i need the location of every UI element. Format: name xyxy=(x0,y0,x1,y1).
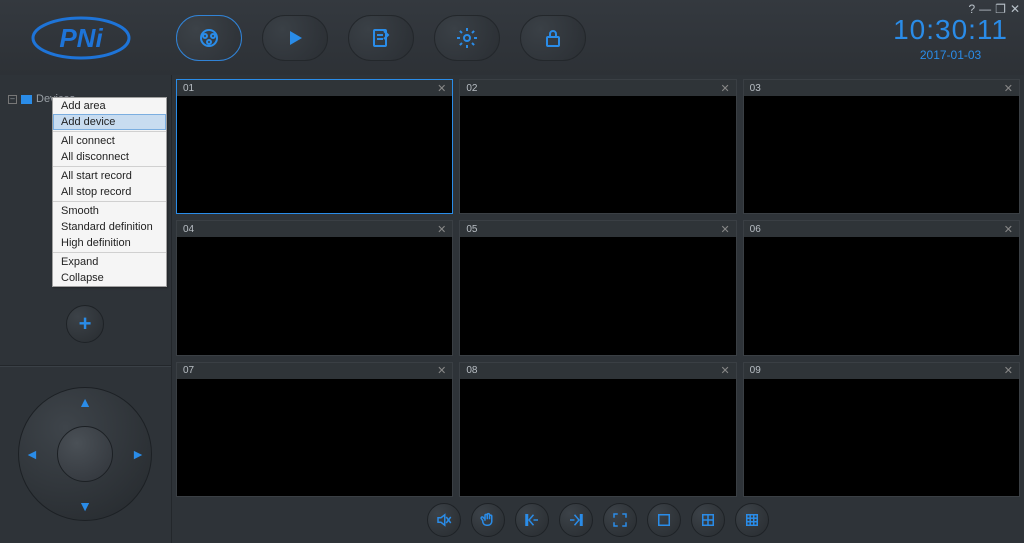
menu-separator xyxy=(53,252,166,253)
device-icon xyxy=(21,95,32,104)
tile-header: 08 ✕ xyxy=(460,363,735,379)
video-tile-06[interactable]: 06 ✕ xyxy=(743,220,1020,355)
tile-label: 05 xyxy=(466,224,477,235)
tile-header: 01 ✕ xyxy=(177,80,452,96)
menu-item-all-connect[interactable]: All connect xyxy=(53,133,166,149)
menu-item-high-definition[interactable]: High definition xyxy=(53,235,166,251)
ptz-right[interactable]: ► xyxy=(131,446,145,462)
svg-text:PNi: PNi xyxy=(59,23,103,53)
close-window-button[interactable]: ✕ xyxy=(1010,2,1020,16)
menu-item-expand[interactable]: Expand xyxy=(53,254,166,270)
live-view-button[interactable] xyxy=(176,15,242,61)
ptz-up[interactable]: ▲ xyxy=(78,394,92,410)
tile-close-button[interactable]: ✕ xyxy=(1004,223,1013,236)
window-controls: ? — ❐ ✕ xyxy=(968,2,1020,16)
lock-button[interactable] xyxy=(520,15,586,61)
ptz-control: ▲ ▼ ◄ ► xyxy=(18,387,152,521)
tile-header: 04 ✕ xyxy=(177,221,452,237)
settings-button[interactable] xyxy=(434,15,500,61)
tile-close-button[interactable]: ✕ xyxy=(1004,364,1013,377)
clock-date: 2017-01-03 xyxy=(893,48,1008,62)
prev-page-button[interactable] xyxy=(515,503,549,537)
collapse-icon[interactable]: – xyxy=(8,95,17,104)
mute-button[interactable] xyxy=(427,503,461,537)
tile-label: 08 xyxy=(466,365,477,376)
tile-header: 02 ✕ xyxy=(460,80,735,96)
ptz-left[interactable]: ◄ xyxy=(25,446,39,462)
tile-header: 06 ✕ xyxy=(744,221,1019,237)
menu-item-collapse[interactable]: Collapse xyxy=(53,270,166,286)
sidebar: – Devices Add areaAdd deviceAll connectA… xyxy=(0,75,172,543)
tile-header: 09 ✕ xyxy=(744,363,1019,379)
tile-close-button[interactable]: ✕ xyxy=(720,82,729,95)
video-tile-03[interactable]: 03 ✕ xyxy=(743,79,1020,214)
tile-label: 01 xyxy=(183,83,194,94)
menu-separator xyxy=(53,131,166,132)
restore-button[interactable]: ❐ xyxy=(995,2,1006,16)
context-menu: Add areaAdd device All connectAll disconn… xyxy=(52,97,167,287)
tile-label: 07 xyxy=(183,365,194,376)
video-tile-04[interactable]: 04 ✕ xyxy=(176,220,453,355)
fullscreen-button[interactable] xyxy=(603,503,637,537)
menu-item-smooth[interactable]: Smooth xyxy=(53,203,166,219)
layout-4-button[interactable] xyxy=(691,503,725,537)
bottom-toolbar xyxy=(176,497,1020,543)
add-button[interactable]: + xyxy=(66,305,104,343)
ptz-ring: ▲ ▼ ◄ ► xyxy=(18,387,152,521)
tile-close-button[interactable]: ✕ xyxy=(437,223,446,236)
video-tile-01[interactable]: 01 ✕ xyxy=(176,79,453,214)
minimize-button[interactable]: — xyxy=(979,2,991,16)
video-tile-09[interactable]: 09 ✕ xyxy=(743,362,1020,497)
menu-item-add-device[interactable]: Add device xyxy=(53,114,166,130)
tile-close-button[interactable]: ✕ xyxy=(437,364,446,377)
tile-label: 06 xyxy=(750,224,761,235)
logo: PNi xyxy=(16,13,146,63)
top-bar: PNi 10:30:11 2017-01-03 xyxy=(0,0,1024,75)
tile-header: 07 ✕ xyxy=(177,363,452,379)
pan-hand-button[interactable] xyxy=(471,503,505,537)
menu-item-all-disconnect[interactable]: All disconnect xyxy=(53,149,166,165)
tile-close-button[interactable]: ✕ xyxy=(437,82,446,95)
tile-close-button[interactable]: ✕ xyxy=(720,364,729,377)
video-tile-02[interactable]: 02 ✕ xyxy=(459,79,736,214)
menu-item-all-start-record[interactable]: All start record xyxy=(53,168,166,184)
menu-item-add-area[interactable]: Add area xyxy=(53,98,166,114)
sidebar-divider xyxy=(0,365,171,367)
tile-close-button[interactable]: ✕ xyxy=(720,223,729,236)
tile-label: 04 xyxy=(183,224,194,235)
tile-label: 09 xyxy=(750,365,761,376)
menu-item-all-stop-record[interactable]: All stop record xyxy=(53,184,166,200)
log-button[interactable] xyxy=(348,15,414,61)
video-tile-05[interactable]: 05 ✕ xyxy=(459,220,736,355)
clock-time: 10:30:11 xyxy=(893,14,1008,46)
content: 01 ✕ 02 ✕ 03 ✕ 04 ✕ 05 ✕ 06 ✕ 07 ✕ 08 ✕ 09 ✕ xyxy=(172,75,1024,543)
layout-9-button[interactable] xyxy=(735,503,769,537)
menu-item-standard-definition[interactable]: Standard definition xyxy=(53,219,166,235)
tile-label: 02 xyxy=(466,83,477,94)
video-tile-08[interactable]: 08 ✕ xyxy=(459,362,736,497)
tile-header: 03 ✕ xyxy=(744,80,1019,96)
tile-header: 05 ✕ xyxy=(460,221,735,237)
menu-separator xyxy=(53,201,166,202)
top-buttons xyxy=(176,15,586,61)
tile-label: 03 xyxy=(750,83,761,94)
video-tile-07[interactable]: 07 ✕ xyxy=(176,362,453,497)
layout-1-button[interactable] xyxy=(647,503,681,537)
next-page-button[interactable] xyxy=(559,503,593,537)
help-button[interactable]: ? xyxy=(968,2,975,16)
video-grid: 01 ✕ 02 ✕ 03 ✕ 04 ✕ 05 ✕ 06 ✕ 07 ✕ 08 ✕ 09 ✕ xyxy=(176,79,1020,497)
ptz-center[interactable] xyxy=(57,426,113,482)
clock: 10:30:11 2017-01-03 xyxy=(893,14,1008,62)
ptz-down[interactable]: ▼ xyxy=(78,498,92,514)
playback-button[interactable] xyxy=(262,15,328,61)
tile-close-button[interactable]: ✕ xyxy=(1004,82,1013,95)
menu-separator xyxy=(53,166,166,167)
